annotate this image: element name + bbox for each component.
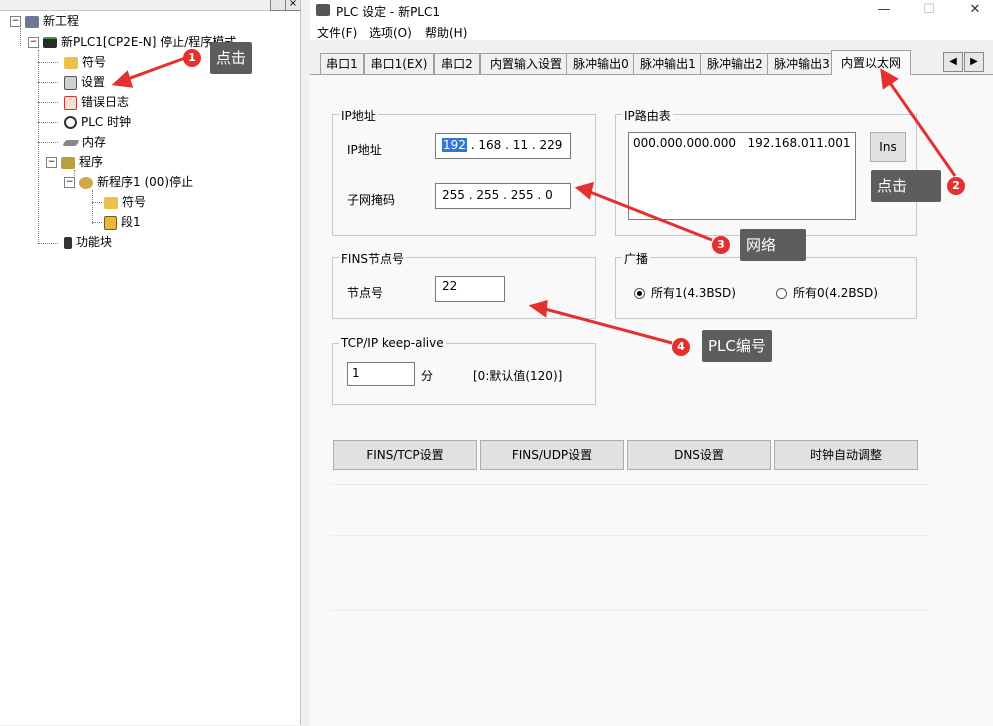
annotation-label-1: 点击 xyxy=(210,42,253,74)
annotation-arrow-4 xyxy=(544,307,673,345)
annotation-badge-1: 1 xyxy=(183,49,201,67)
annotation-arrow-2 xyxy=(886,79,957,177)
annotation-arrow-1 xyxy=(124,56,186,82)
arrowhead-1-icon xyxy=(111,70,134,88)
annotation-badge-2: 2 xyxy=(947,177,965,195)
arrowhead-2-icon xyxy=(880,68,899,90)
annotation-label-2: 点击 xyxy=(871,170,941,202)
annotation-badge-3: 3 xyxy=(712,236,730,254)
annotation-label-4: PLC编号 xyxy=(702,330,772,362)
arrowhead-4-icon xyxy=(528,299,548,318)
annotation-arrows xyxy=(111,56,957,345)
annotation-badge-4: 4 xyxy=(672,338,690,356)
arrowhead-3-icon xyxy=(574,181,595,200)
annotation-label-3: 网络 xyxy=(740,229,806,261)
annotation-arrow-3 xyxy=(589,190,713,242)
